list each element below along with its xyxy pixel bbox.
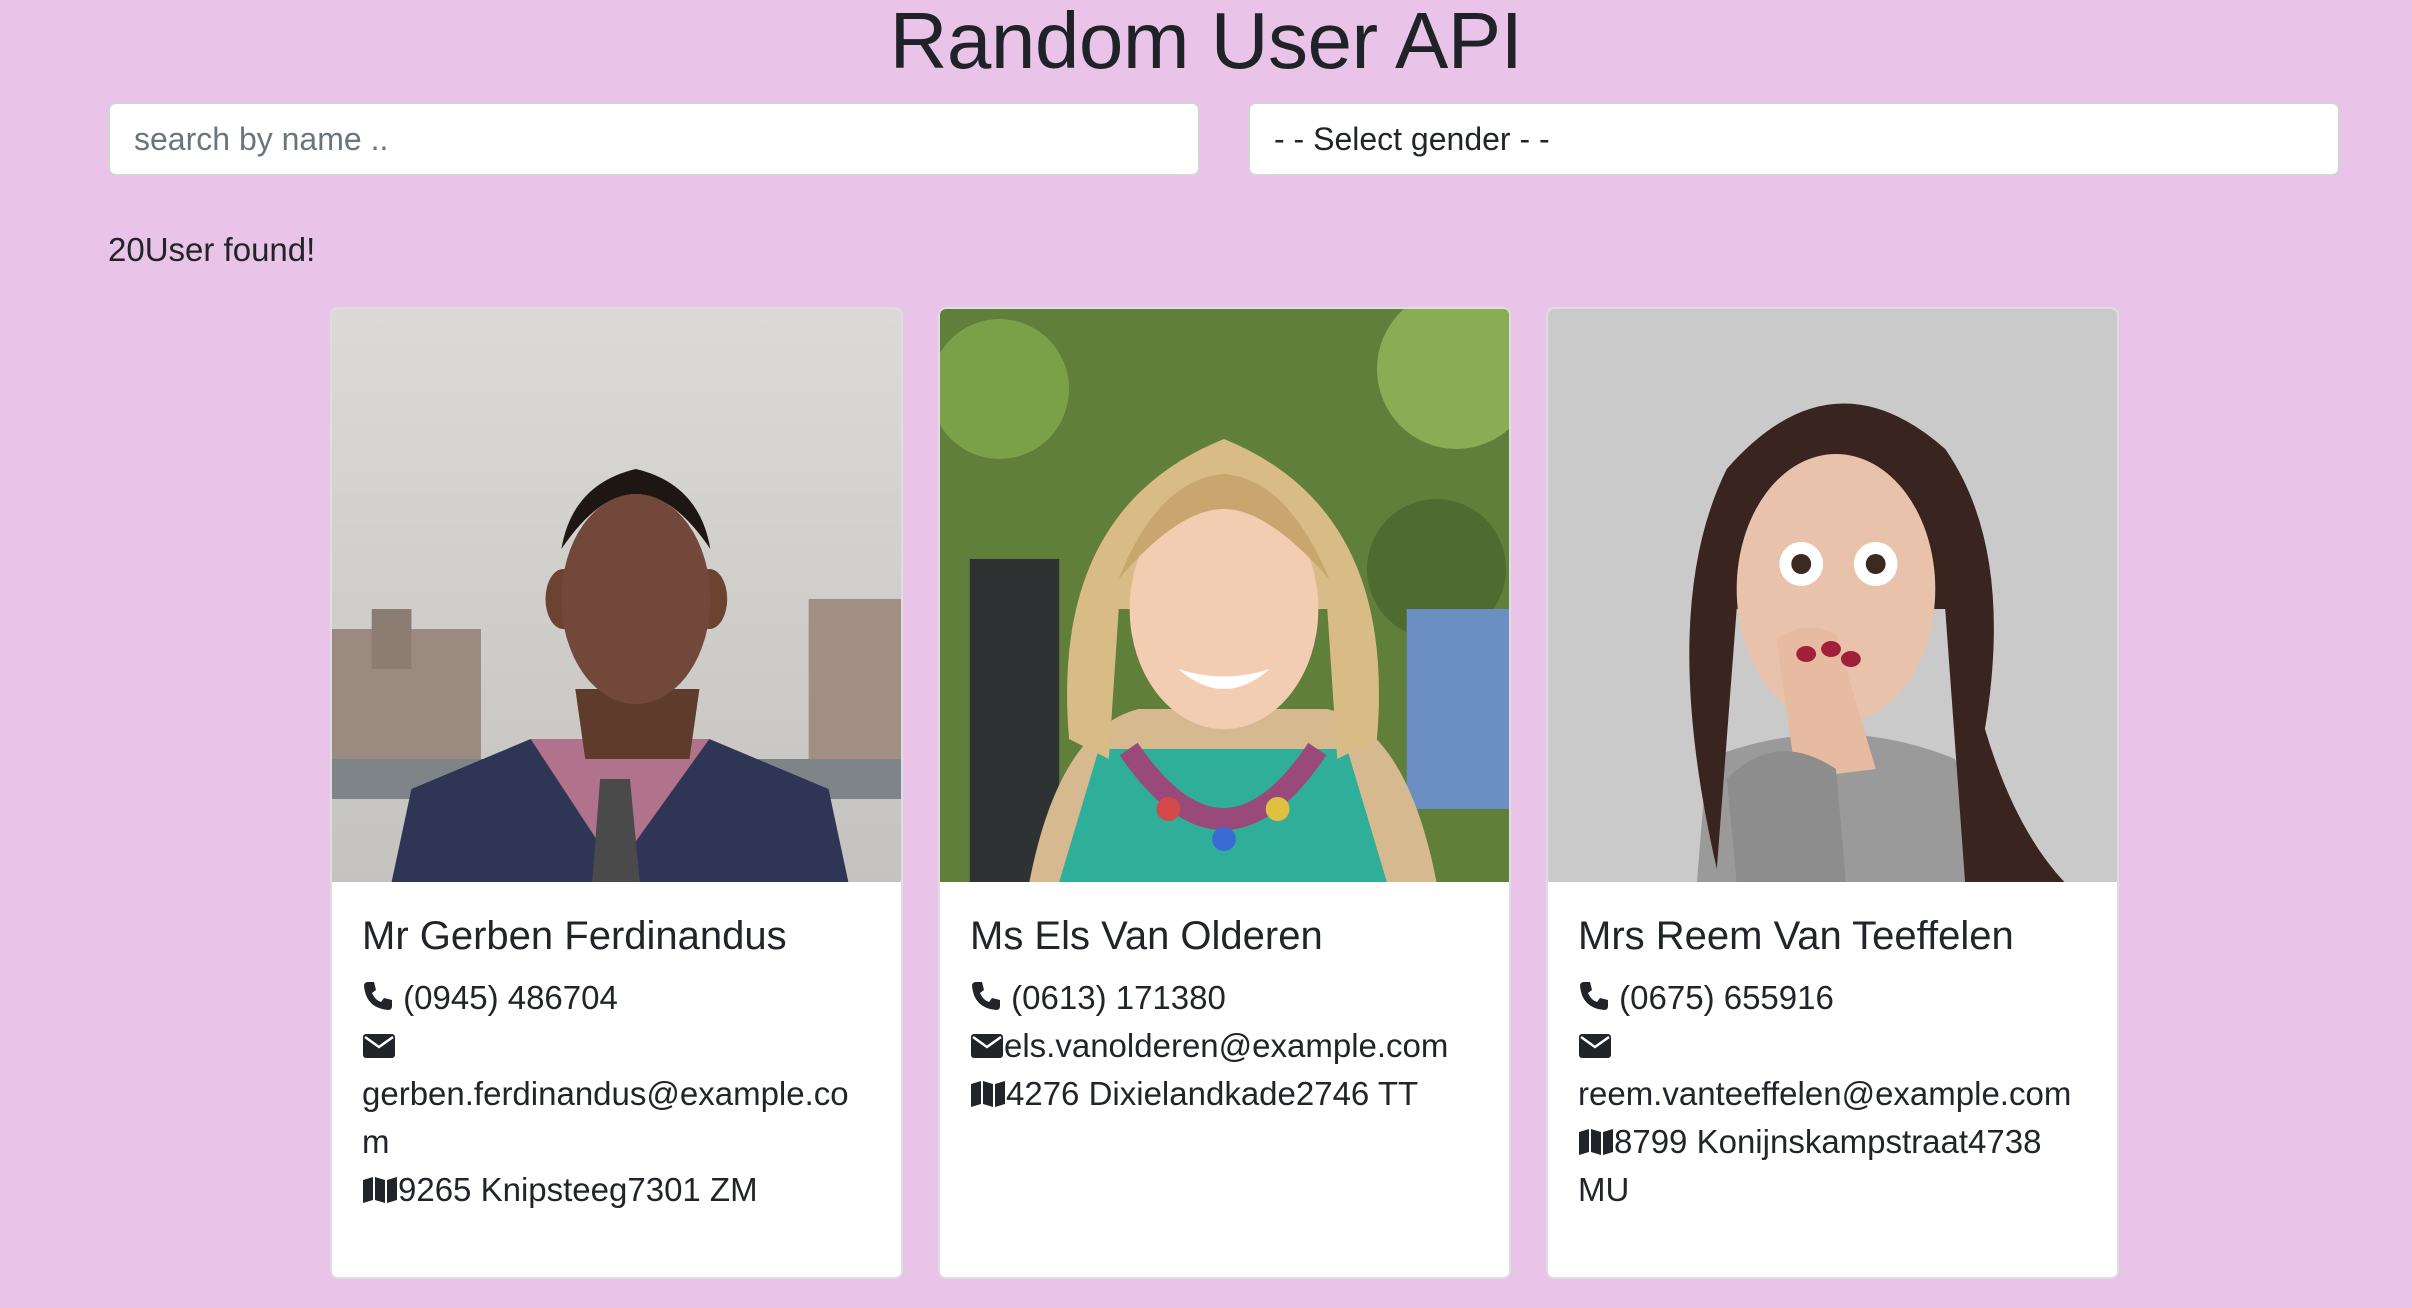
user-name: Ms Els Van Olderen (970, 914, 1323, 958)
user-email-row: reem.vanteeffelen@example.com (1578, 1022, 2087, 1118)
result-count: 20User found! (108, 231, 316, 268)
user-email: gerben.ferdinandus@example.com (362, 1075, 849, 1160)
user-photo (1548, 309, 2117, 882)
user-phone-row: (0945) 486704 (362, 974, 871, 1022)
user-address-row: 4276 Dixielandkade2746 TT (970, 1070, 1479, 1118)
phone-icon (972, 982, 1000, 1010)
user-phone: (0675) 655916 (1619, 979, 1834, 1016)
user-phone: (0613) 171380 (1011, 979, 1226, 1016)
user-photo (940, 309, 1509, 882)
user-name: Mrs Reem Van Teeffelen (1578, 914, 2014, 958)
envelope-icon (1579, 1034, 1611, 1058)
phone-icon (364, 982, 392, 1010)
user-address-row: 9265 Knipsteeg7301 ZM (362, 1166, 871, 1214)
user-address: 9265 Knipsteeg7301 ZM (398, 1171, 758, 1208)
map-icon (1579, 1129, 1613, 1155)
user-card: Ms Els Van Olderen (0613) 171380 els.van… (938, 307, 1511, 1279)
user-name: Mr Gerben Ferdinandus (362, 914, 787, 958)
user-address: 4276 Dixielandkade2746 TT (1006, 1075, 1419, 1112)
user-email: reem.vanteeffelen@example.com (1578, 1075, 2072, 1112)
envelope-icon (363, 1034, 395, 1058)
user-photo (332, 309, 901, 882)
search-input[interactable] (108, 102, 1200, 176)
map-icon (363, 1177, 397, 1203)
user-email-row: gerben.ferdinandus@example.com (362, 1022, 871, 1166)
user-address: 8799 Konijnskampstraat4738 MU (1578, 1123, 2042, 1208)
map-icon (971, 1081, 1005, 1107)
gender-select-value: - - Select gender - - (1274, 120, 1550, 157)
user-address-row: 8799 Konijnskampstraat4738 MU (1578, 1118, 2087, 1214)
envelope-icon (971, 1034, 1003, 1058)
user-card: Mrs Reem Van Teeffelen (0675) 655916 ree… (1546, 307, 2119, 1279)
user-email-row: els.vanolderen@example.com (970, 1022, 1479, 1070)
gender-select[interactable]: - - Select gender - - (1248, 102, 2340, 176)
user-phone-row: (0675) 655916 (1578, 974, 2087, 1022)
phone-icon (1580, 982, 1608, 1010)
user-card: Mr Gerben Ferdinandus (0945) 486704 gerb… (330, 307, 903, 1279)
user-phone-row: (0613) 171380 (970, 974, 1479, 1022)
user-phone: (0945) 486704 (403, 979, 618, 1016)
page-title: Random User API (889, 0, 1523, 85)
user-email: els.vanolderen@example.com (1004, 1027, 1449, 1064)
